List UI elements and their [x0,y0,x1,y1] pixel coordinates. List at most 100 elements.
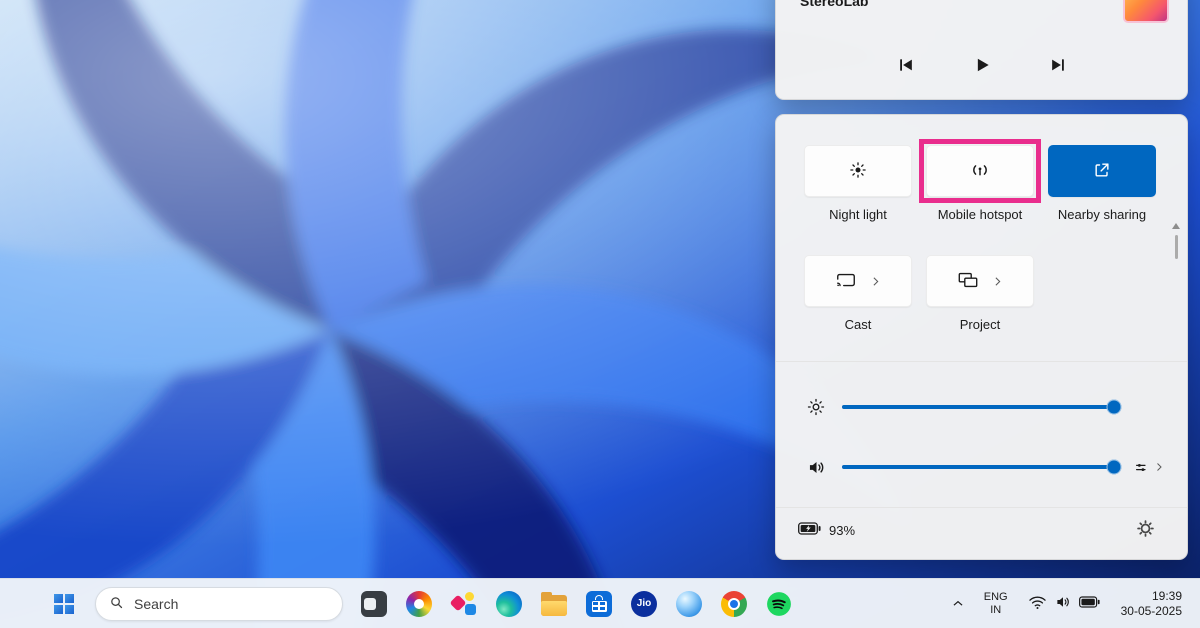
search-label: Search [134,596,178,612]
cast-icon [835,269,857,294]
nearby-sharing-cell: Nearby sharing [1048,145,1156,222]
taskbar-search[interactable]: Search [95,587,343,621]
previous-track-button[interactable] [889,49,923,83]
album-art-thumbnail [1123,0,1169,23]
nearby-sharing-icon [1092,160,1112,183]
brightness-slider[interactable] [842,397,1114,417]
previous-track-icon [896,55,916,78]
quick-settings-tile-row-1: Night light Mobile hotspot [804,145,1156,222]
divider [776,507,1187,508]
scroll-up-arrow-icon[interactable] [1172,223,1180,229]
cast-cell: Cast [804,255,912,332]
quick-settings-tile-row-2: Cast Project [804,255,1034,332]
start-button[interactable] [44,584,84,624]
battery-status[interactable]: 93% [798,522,855,538]
store-icon [586,591,612,617]
time-label: 19:39 [1152,589,1182,604]
settings-gear-icon [1136,519,1155,541]
volume-mixer-icon [1133,459,1150,476]
dark-window-icon [361,591,387,617]
blue-orb-icon [676,591,702,617]
sound-output-picker[interactable] [1129,455,1169,480]
volume-slider-knob[interactable] [1107,460,1122,475]
quick-settings-scrollbar[interactable] [1170,223,1182,259]
play-button[interactable] [965,49,999,83]
divider [776,361,1187,362]
app-icon-shapes[interactable] [444,584,484,624]
mobile-hotspot-cell: Mobile hotspot [926,145,1034,222]
scrollbar-thumb[interactable] [1175,235,1178,259]
brightness-row [802,387,1169,427]
desktop: StereoLab [0,0,1200,628]
next-track-button[interactable] [1041,49,1075,83]
mobile-hotspot-icon [969,159,991,184]
night-light-icon [848,160,868,183]
chevron-right-icon [991,275,1004,288]
volume-icon [1054,593,1072,614]
jio-label: Jio [637,598,651,609]
night-light-button[interactable] [804,145,912,197]
chevron-up-icon [951,597,965,611]
media-flyout-panel: StereoLab [775,0,1188,100]
night-light-cell: Night light [804,145,912,222]
windows-logo-icon [54,594,74,614]
project-button[interactable] [926,255,1034,307]
app-icon-blue-orb[interactable] [669,584,709,624]
battery-percent-label: 93% [829,523,855,538]
battery-icon [1079,596,1100,611]
date-label: 30-05-2025 [1121,604,1182,619]
next-track-icon [1048,55,1068,78]
app-icon-edge[interactable] [489,584,529,624]
search-icon [109,595,124,613]
project-icon [957,269,979,294]
spotify-icon [766,591,792,617]
media-app-title: StereoLab [800,0,868,9]
cast-label: Cast [845,317,872,332]
project-label: Project [960,317,1000,332]
quick-settings-panel: Night light Mobile hotspot [775,114,1188,560]
cast-button[interactable] [804,255,912,307]
file-explorer-icon [541,595,567,616]
app-icon-file-explorer[interactable] [534,584,574,624]
slider-fill [842,405,1114,409]
volume-icon [802,457,830,478]
app-icon-store[interactable] [579,584,619,624]
app-icon-chrome[interactable] [714,584,754,624]
app-icon-jio[interactable]: Jio [624,584,664,624]
quick-settings-footer: 93% [798,513,1163,547]
brightness-slider-knob[interactable] [1107,400,1122,415]
brightness-icon [802,397,830,417]
slider-fill [842,465,1114,469]
play-icon [972,55,992,78]
edge-icon [496,591,522,617]
app-icon-dark-window[interactable] [354,584,394,624]
system-tray: ENG IN [943,585,1192,623]
language-label: ENG [984,591,1008,604]
network-volume-battery-button[interactable] [1019,585,1109,622]
night-light-label: Night light [829,207,887,222]
chrome-icon [721,591,747,617]
taskbar-app-area: Search Jio [44,584,799,624]
nearby-sharing-label: Nearby sharing [1058,207,1146,222]
volume-slider[interactable] [842,457,1114,477]
app-icon-color-wheel[interactable] [399,584,439,624]
taskbar: Search Jio [0,578,1200,628]
clock[interactable]: 19:39 30-05-2025 [1111,585,1192,623]
battery-charging-icon [798,522,821,538]
jio-icon: Jio [631,591,657,617]
settings-button[interactable] [1127,515,1163,545]
hidden-icons-button[interactable] [943,586,973,622]
language-switcher[interactable]: ENG IN [975,586,1017,622]
shapes-icon [451,591,477,617]
mobile-hotspot-button[interactable] [926,145,1034,197]
color-wheel-icon [406,591,432,617]
mobile-hotspot-label: Mobile hotspot [938,207,1023,222]
region-label: IN [990,604,1001,617]
media-controls [776,49,1187,83]
app-icon-spotify[interactable] [759,584,799,624]
wifi-icon [1028,595,1047,613]
project-cell: Project [926,255,1034,332]
chevron-right-icon [1153,461,1165,473]
volume-row [802,447,1169,487]
nearby-sharing-button[interactable] [1048,145,1156,197]
